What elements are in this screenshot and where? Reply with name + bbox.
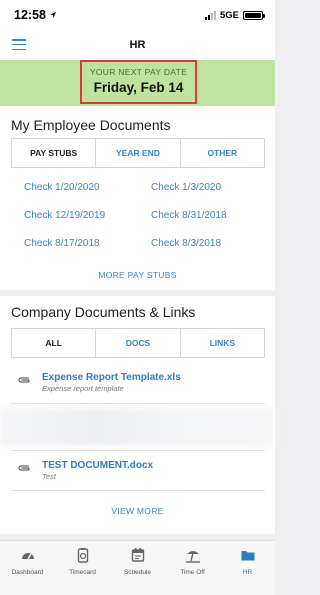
pay-stub-link[interactable]: Check 8/17/2018	[24, 236, 151, 251]
pay-stub-list: Check 1/20/2020 Check 1/3/2020 Check 12/…	[24, 180, 254, 251]
battery-icon	[243, 10, 265, 20]
nav-schedule[interactable]: Schedule	[110, 541, 165, 595]
company-docs-tabs: ALL DOCS LINKS	[11, 328, 265, 358]
status-time: 12:58	[14, 8, 46, 22]
pay-stub-link[interactable]: Check 8/3/2018	[151, 236, 254, 251]
nav-label: Dashboard	[11, 569, 44, 576]
documents-tabs: PAY STUBS YEAR END OTHER	[11, 138, 265, 168]
tab-docs[interactable]: DOCS	[95, 329, 179, 357]
paperclip-icon	[18, 377, 30, 383]
view-more-link[interactable]: VIEW MORE	[0, 506, 275, 516]
tab-pay-stubs[interactable]: PAY STUBS	[12, 139, 95, 167]
beach-icon	[185, 551, 200, 563]
tab-links[interactable]: LINKS	[179, 329, 264, 357]
hamburger-menu-icon[interactable]	[12, 39, 26, 50]
network-label: 5GE	[219, 9, 239, 21]
nav-label: HR	[242, 569, 253, 576]
document-description: Test	[42, 472, 56, 481]
divider	[11, 403, 265, 404]
section-title-documents: My Employee Documents	[11, 117, 171, 133]
bottom-nav: Dashboard Timecard Schedule Time Off HR	[0, 540, 275, 595]
status-indicators: 5GE	[204, 9, 265, 21]
section-title-company-docs: Company Documents & Links	[11, 304, 196, 320]
location-arrow-icon	[49, 12, 56, 18]
document-description: Expense report template	[42, 384, 124, 393]
tab-all[interactable]: ALL	[12, 329, 95, 357]
nav-timecard[interactable]: Timecard	[55, 541, 110, 595]
app-header: HR	[0, 30, 275, 60]
pay-stub-link[interactable]: Check 1/3/2020	[151, 180, 254, 195]
tab-other[interactable]: OTHER	[179, 139, 264, 167]
more-pay-stubs-link[interactable]: MORE PAY STUBS	[0, 270, 275, 280]
employee-documents-card: My Employee Documents PAY STUBS YEAR END…	[0, 106, 275, 290]
pay-date-label: YOUR NEXT PAY DATE	[89, 67, 188, 77]
folder-icon	[241, 551, 254, 561]
status-bar: 12:58 5GE	[0, 0, 275, 30]
nav-time-off[interactable]: Time Off	[165, 541, 220, 595]
nav-label: Schedule	[123, 569, 152, 576]
pay-date-highlight: YOUR NEXT PAY DATE Friday, Feb 14	[80, 60, 197, 104]
divider	[11, 490, 265, 491]
pay-stub-link[interactable]: Check 12/19/2019	[24, 208, 151, 223]
nav-label: Timecard	[69, 569, 96, 576]
pay-stub-link[interactable]: Check 1/20/2020	[24, 180, 151, 195]
status-time-group: 12:58	[14, 8, 57, 22]
document-list-item[interactable]: Expense Report Template.xls Expense repo…	[17, 372, 265, 393]
timecard-icon	[77, 548, 88, 563]
nav-hr[interactable]: HR	[220, 541, 275, 595]
divider	[11, 450, 265, 451]
pay-stub-link[interactable]: Check 8/31/2018	[151, 208, 254, 223]
page-title: HR	[129, 39, 146, 51]
company-documents-card: Company Documents & Links ALL DOCS LINKS…	[0, 296, 275, 534]
blurred-list-item	[0, 408, 275, 446]
pay-date-value: Friday, Feb 14	[93, 80, 184, 95]
document-name: TEST DOCUMENT.docx	[42, 460, 154, 471]
pay-date-banner: YOUR NEXT PAY DATE Friday, Feb 14	[0, 60, 275, 106]
nav-dashboard[interactable]: Dashboard	[0, 541, 55, 595]
tab-year-end[interactable]: YEAR END	[95, 139, 179, 167]
gauge-icon	[21, 553, 34, 560]
paperclip-icon	[18, 465, 30, 471]
nav-label: Time Off	[180, 569, 205, 576]
document-name: Expense Report Template.xls	[42, 372, 181, 383]
document-list-item[interactable]: TEST DOCUMENT.docx Test	[17, 460, 265, 481]
signal-icon	[204, 10, 216, 20]
calendar-icon	[131, 548, 144, 562]
